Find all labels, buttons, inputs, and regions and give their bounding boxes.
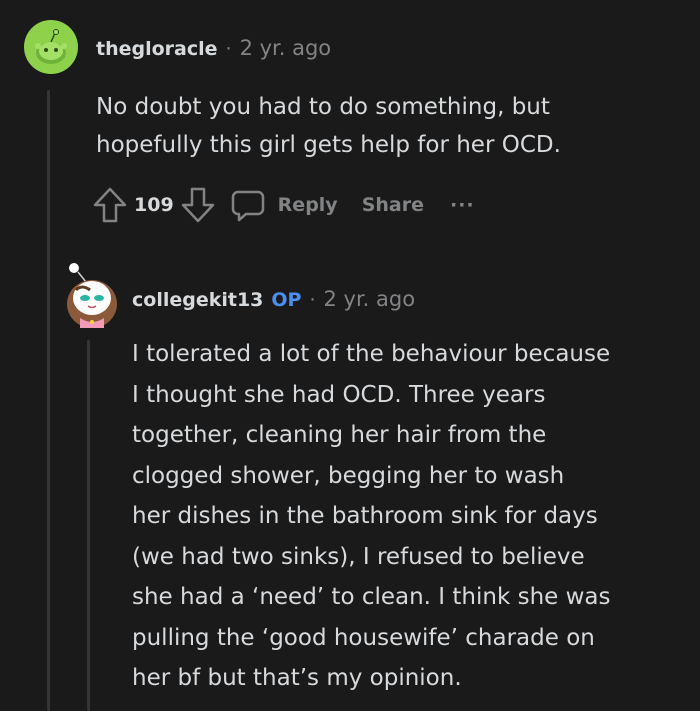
comment-line: clogged shower, begging her to wash	[132, 462, 565, 489]
avatar[interactable]	[64, 260, 120, 334]
separator: ·	[225, 38, 232, 60]
timestamp[interactable]: 2 yr. ago	[324, 287, 416, 311]
comment-meta: thegloracle · 2 yr. ago	[96, 36, 331, 60]
comment-line: (we had two sinks), I refused to believe	[132, 543, 585, 570]
comment-line: her bf but that’s my opinion.	[132, 665, 462, 691]
comment-line: hopefully this girl gets help for her OC…	[96, 132, 561, 158]
comment-line: No doubt you had to do something, but	[96, 94, 550, 120]
comment-line: her dishes in the bathroom sink for days	[132, 503, 598, 529]
comment-line: I thought she had OCD. Three years	[132, 381, 546, 408]
comment-line: together, cleaning her hair from the	[132, 422, 547, 448]
reply-button[interactable]: Reply	[230, 187, 338, 223]
comment-line: I tolerated a lot of the behaviour becau…	[132, 341, 611, 367]
more-options-button[interactable]: ···	[450, 194, 475, 216]
thread-line-1[interactable]	[47, 90, 50, 711]
custom-avatar-icon	[67, 263, 117, 328]
comment-meta: collegekit13 OP · 2 yr. ago	[132, 287, 415, 311]
thread-line-2[interactable]	[87, 340, 90, 711]
reply-label: Reply	[277, 194, 338, 216]
comment-body: No doubt you had to do something, but ho…	[96, 88, 561, 164]
vote-count: 109	[134, 194, 174, 216]
snoo-avatar-icon	[24, 20, 78, 74]
more-icon: ···	[449, 194, 475, 216]
timestamp[interactable]: 2 yr. ago	[240, 36, 332, 60]
share-button[interactable]: Share	[362, 194, 424, 216]
username[interactable]: collegekit13	[132, 289, 263, 311]
share-label: Share	[361, 194, 424, 216]
comment-line: she had a ‘need’ to clean. I think she w…	[132, 584, 611, 610]
avatar[interactable]	[24, 20, 78, 78]
comment-line: pulling the ‘good housewife’ charade on	[132, 624, 595, 651]
username[interactable]: thegloracle	[96, 38, 218, 60]
separator: ·	[309, 289, 316, 311]
op-badge: OP	[271, 289, 302, 311]
comment-body: I tolerated a lot of the behaviour becau…	[132, 334, 611, 699]
comment-actions: 109 Reply Share ···	[92, 186, 475, 224]
upvote-icon[interactable]	[92, 186, 128, 224]
downvote-icon[interactable]	[180, 186, 216, 224]
comment-icon	[230, 187, 266, 223]
